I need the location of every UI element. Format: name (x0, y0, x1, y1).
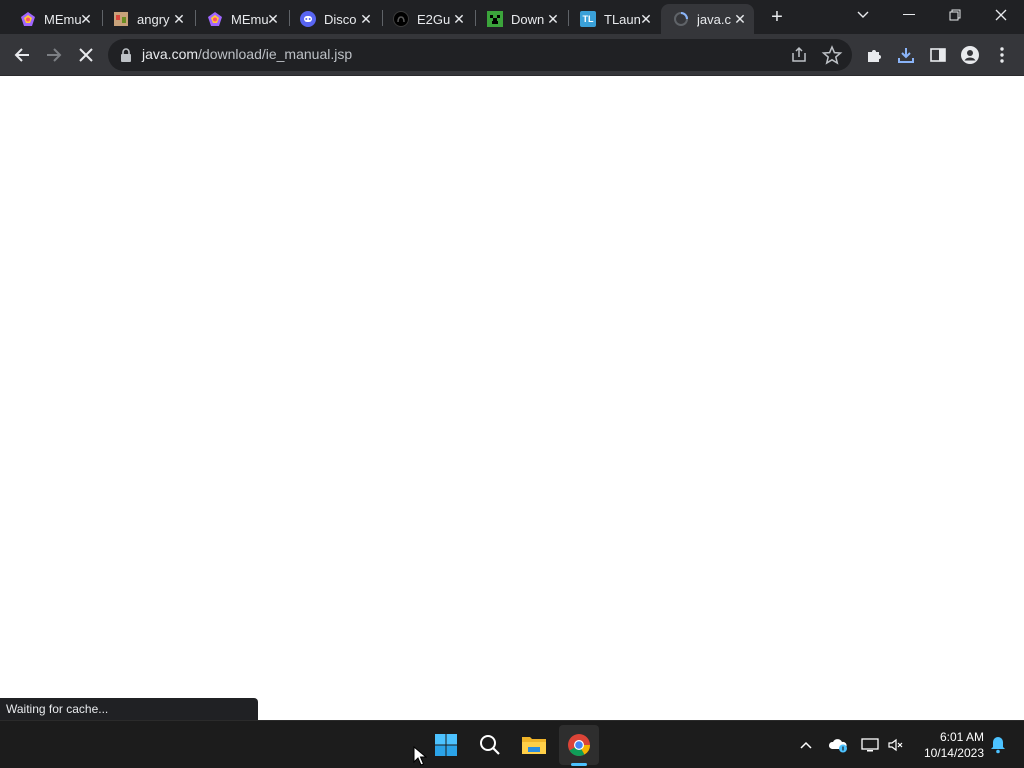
file-explorer-button[interactable] (514, 725, 554, 765)
close-icon[interactable]: ✕ (545, 11, 561, 27)
tab-tlauncher[interactable]: TL TLaun ✕ (568, 4, 660, 34)
network-tray-button[interactable] (858, 733, 882, 757)
close-icon[interactable]: ✕ (265, 11, 281, 27)
puzzle-icon (868, 50, 881, 62)
tab-java-active[interactable]: java.c ✕ (661, 4, 754, 34)
close-icon[interactable]: ✕ (358, 11, 374, 27)
tab-angry[interactable]: angry ✕ (101, 4, 193, 34)
tab-search-button[interactable] (840, 0, 886, 30)
menu-button[interactable] (986, 39, 1018, 71)
tab-discord[interactable]: Disco ✕ (288, 4, 380, 34)
profile-button[interactable] (954, 39, 986, 71)
minimize-button[interactable] (886, 0, 932, 30)
back-button[interactable] (6, 39, 38, 71)
angry-image-icon (113, 11, 129, 27)
search-button[interactable] (470, 725, 510, 765)
tlauncher-icon: TL (580, 11, 596, 27)
bookmark-star-icon[interactable] (821, 44, 843, 66)
status-bubble: Waiting for cache... (0, 698, 258, 720)
discord-icon (300, 11, 316, 27)
page-content (0, 76, 1024, 720)
forward-button[interactable] (38, 39, 70, 71)
memu-icon (207, 11, 223, 27)
close-window-button[interactable] (978, 0, 1024, 30)
restore-icon (949, 9, 961, 21)
download-icon (898, 48, 914, 63)
close-icon[interactable]: ✕ (171, 11, 187, 27)
restore-button[interactable] (932, 0, 978, 30)
start-button[interactable] (426, 725, 466, 765)
speaker-muted-icon (888, 738, 903, 752)
chrome-taskbar-button[interactable] (559, 725, 599, 765)
close-icon[interactable]: ✕ (451, 11, 467, 27)
stop-loading-button[interactable] (70, 39, 102, 71)
chevron-up-icon (800, 741, 812, 749)
url-path: /download/ie_manual.jsp (198, 46, 353, 62)
mouse-cursor-icon (413, 746, 427, 766)
lock-icon[interactable] (120, 48, 132, 62)
minimize-icon (903, 14, 915, 15)
search-icon (480, 735, 500, 755)
bell-icon (991, 737, 1005, 754)
windows-logo-icon (435, 734, 457, 756)
tab-memu-2[interactable]: MEmu ✕ (195, 4, 287, 34)
java-loading-icon (673, 11, 689, 27)
kebab-menu-icon (1000, 47, 1004, 63)
tab-e2gu[interactable]: E2Gu ✕ (381, 4, 473, 34)
tab-title: java.c (697, 11, 731, 27)
url-host: java.com (142, 46, 199, 62)
minecraft-icon (487, 11, 503, 27)
tab-strip: MEmu ✕ angry ✕ MEmu ✕ Disco ✕ E2Gu ✕ Dow… (0, 0, 1024, 34)
stop-icon (79, 48, 93, 62)
back-arrow-icon (14, 48, 29, 62)
avatar-icon (961, 46, 979, 64)
folder-icon (522, 737, 546, 754)
forward-arrow-icon (47, 48, 62, 62)
show-hidden-icons-button[interactable] (794, 733, 818, 757)
volume-tray-button[interactable] (884, 733, 908, 757)
memu-icon (20, 11, 36, 27)
share-icon[interactable] (788, 44, 810, 66)
onedrive-tray-button[interactable] (826, 733, 850, 757)
address-bar[interactable]: java.com/download/ie_manual.jsp (108, 39, 852, 71)
taskbar-clock[interactable]: 6:01 AM 10/14/2023 (910, 729, 984, 761)
new-tab-button[interactable]: + (766, 7, 788, 29)
clock-time: 6:01 AM (939, 730, 984, 744)
clock-date: 10/14/2023 (923, 746, 984, 760)
tab-download[interactable]: Down ✕ (475, 4, 567, 34)
url-text[interactable]: java.com/download/ie_manual.jsp (142, 46, 352, 62)
close-icon[interactable]: ✕ (732, 11, 748, 27)
side-panel-icon (930, 48, 946, 62)
close-icon[interactable]: ✕ (78, 11, 94, 27)
github-icon (393, 11, 409, 27)
extensions-button[interactable] (858, 39, 890, 71)
windows-taskbar: 6:01 AM 10/14/2023 (0, 720, 1024, 768)
screen: MEmu ✕ angry ✕ MEmu ✕ Disco ✕ E2Gu ✕ Dow… (0, 0, 1024, 768)
chrome-icon (568, 734, 590, 756)
downloads-button[interactable] (890, 39, 922, 71)
close-icon[interactable]: ✕ (638, 11, 654, 27)
browser-toolbar: java.com/download/ie_manual.jsp (0, 34, 1024, 76)
notifications-button[interactable] (986, 733, 1010, 757)
network-icon (861, 738, 879, 752)
close-icon (995, 9, 1007, 21)
tab-memu-1[interactable]: MEmu ✕ (8, 4, 100, 34)
running-indicator (571, 763, 587, 766)
side-panel-button[interactable] (922, 39, 954, 71)
cloud-icon (828, 739, 847, 753)
chevron-down-icon (857, 11, 869, 18)
